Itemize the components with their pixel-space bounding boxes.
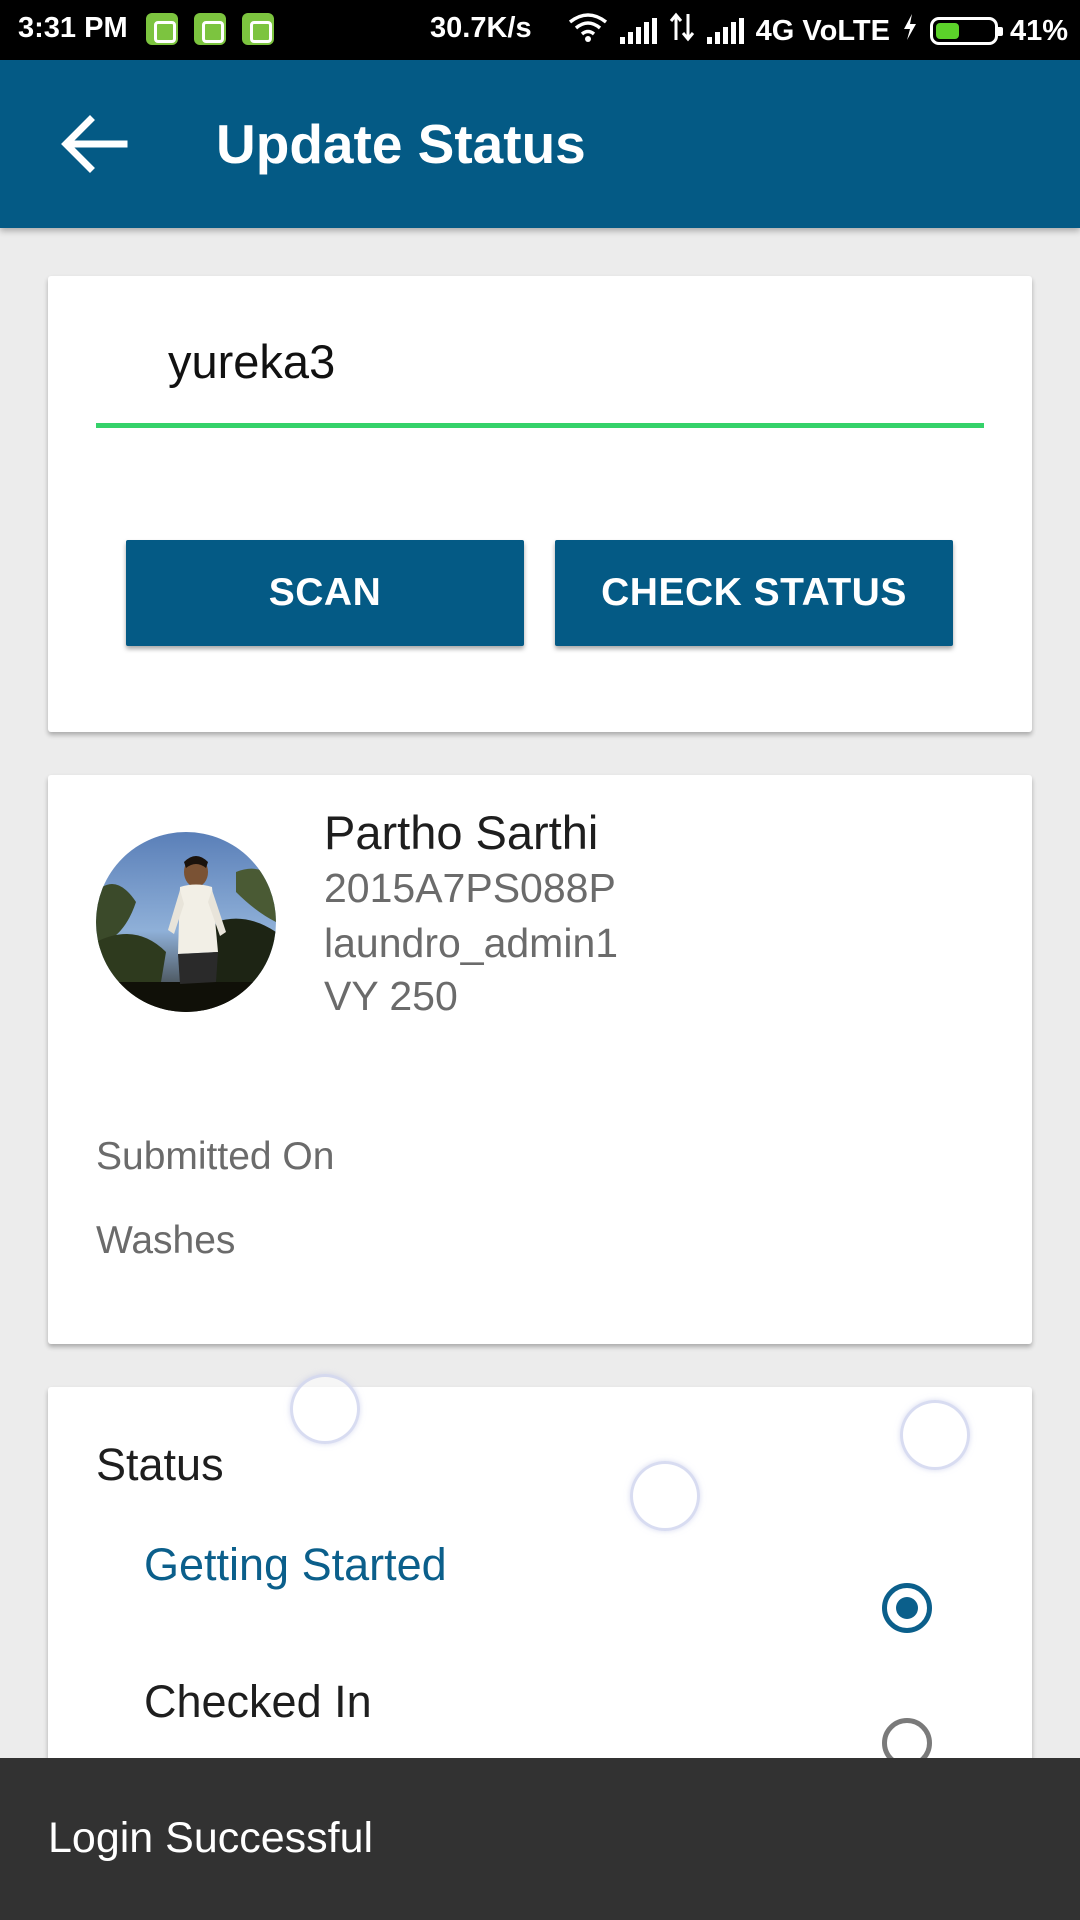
battery-level-fill [935,23,959,39]
network-type: 4G VoLTE [755,14,890,47]
network-speed: 30.7K/s [430,12,532,44]
touch-ripple [630,1461,700,1531]
room-number: VY 250 [324,973,458,1019]
signal-icon [619,18,657,44]
device-input-value: yureka3 [168,335,336,388]
touch-ripple [290,1374,360,1444]
page-title: Update Status [216,113,586,175]
status-bar: 3:31 PM 30.7K/s 4G VoLTE 41% [0,0,1080,60]
status-time: 3:31 PM [18,12,128,44]
snackbar: Login Successful [0,1758,1080,1920]
profile-card: Partho Sarthi 2015A7PS088P laundro_admin… [48,775,1032,1344]
charging-icon [902,13,918,49]
battery-percent: 41% [1009,14,1068,47]
status-option-checked-in[interactable]: Checked In [144,1676,372,1728]
user-id: 2015A7PS088P [324,865,616,911]
arrow-left-icon [61,115,128,173]
wifi-icon [568,12,608,50]
touch-ripple [900,1400,970,1470]
signal-icon [706,18,744,44]
android-icon [146,13,178,45]
check-status-button[interactable]: CHECK STATUS [555,540,953,646]
battery-saver-icon [194,13,226,45]
avatar [96,832,276,1012]
back-button[interactable] [56,112,132,176]
washes-label: Washes [96,1219,236,1262]
profile-photo [96,832,276,1012]
search-card: yureka3 SCAN CHECK STATUS [48,276,1032,732]
status-heading: Status [96,1439,224,1490]
device-input[interactable]: yureka3 [96,334,984,428]
scan-button[interactable]: SCAN [126,540,524,646]
admin-name: laundro_admin1 [324,920,619,966]
user-name: Partho Sarthi [324,806,599,859]
snackbar-message: Login Successful [48,1814,374,1862]
app-toolbar: Update Status [0,60,1080,228]
data-transfer-icon [669,12,695,50]
android-icon [242,13,274,45]
battery-icon [929,17,1003,45]
status-option-getting-started[interactable]: Getting Started [144,1539,447,1591]
radio-selected-icon[interactable] [882,1583,932,1633]
submitted-on-label: Submitted On [96,1135,335,1178]
